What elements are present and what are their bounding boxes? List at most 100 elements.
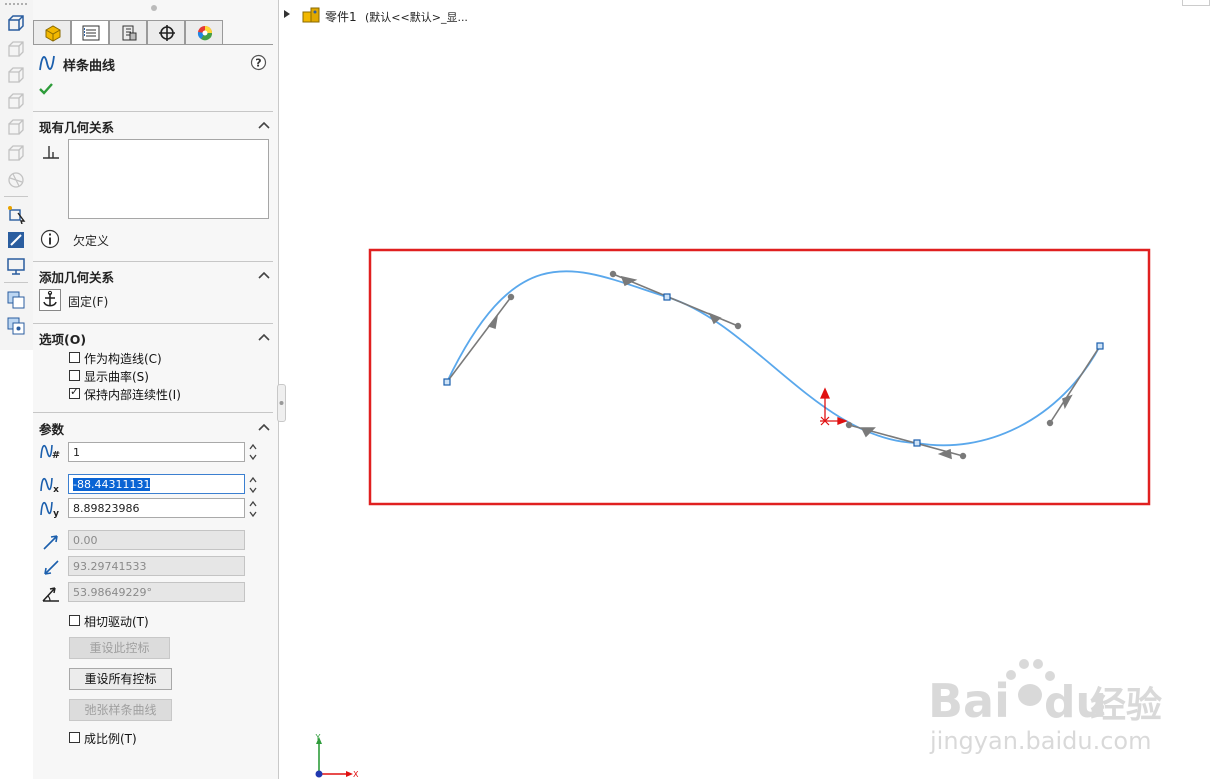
view-front-icon[interactable] [6,40,26,60]
existing-relations-list[interactable] [68,139,269,219]
section-divider [33,261,273,262]
collapse-chevron-icon[interactable] [257,332,271,342]
definition-status: 欠定义 [73,234,110,248]
spline-y-icon: y [40,501,59,518]
sketch-select-icon[interactable] [6,204,26,224]
section-divider [33,412,273,413]
property-manager: 样条曲线 ? 现有几何关系 欠定义 添加几何关系 固定(F) 选项(O) 参数 … [33,0,279,779]
axis-y-label: Y [315,733,321,742]
crosshair-icon [159,25,175,41]
option-label[interactable]: 显示曲率(S) [84,368,149,385]
relax-spline-button[interactable]: 弛张样条曲线 [69,699,172,721]
tangent-driving-label[interactable]: 相切驱动(T) [84,613,149,630]
watermark-brand: Bai [928,674,1010,728]
view-top-icon[interactable] [6,144,26,164]
option-label[interactable]: 保持内部连续性(I) [84,386,181,403]
handle-end[interactable] [734,322,742,330]
spline-point[interactable] [913,439,921,447]
handle-arrow-icon [1062,394,1073,410]
tangent-handles[interactable] [446,270,1101,460]
baidu-watermark: Bai du 经验 jingyan.baidu.com [928,659,1162,755]
view-left-icon[interactable] [6,92,26,112]
existing-relations-title: 现有几何关系 [39,120,115,135]
tab-configuration-manager[interactable] [109,20,147,45]
tab-dimxpert-manager[interactable] [147,20,185,45]
handle-end[interactable] [1046,419,1054,427]
handle-end[interactable] [959,452,967,460]
spinner-icon[interactable] [248,498,258,520]
fixed-relation-label[interactable]: 固定(F) [68,293,108,310]
anchor-icon [43,290,57,307]
toolbar-divider [4,282,28,283]
handle-end[interactable] [507,293,515,301]
collapse-chevron-icon[interactable] [257,422,271,432]
option-checkbox[interactable] [69,370,80,381]
spline-curve[interactable] [446,270,1101,447]
point-index-field[interactable]: 1 [68,442,245,462]
tangent-handle[interactable] [446,296,512,383]
options-title: 选项(O) [39,332,87,347]
copy-entities-icon[interactable] [6,290,26,310]
help-icon[interactable]: ? [250,54,267,71]
handle-arrow-icon [487,313,499,330]
tab-baseline [33,44,273,45]
fixed-relation-button[interactable] [39,289,61,311]
collapse-chevron-icon[interactable] [257,270,271,280]
section-divider [33,111,273,112]
proportional-label[interactable]: 成比例(T) [84,730,137,747]
point-x-field[interactable]: -88.44311131 [68,474,245,494]
view-cube-icon[interactable] [6,14,26,34]
spline-point[interactable] [1096,342,1104,350]
tangent-handle[interactable] [1049,345,1101,424]
view-iso-icon[interactable] [6,170,26,190]
proportional-checkbox[interactable] [69,732,80,743]
toolbar-divider [4,196,28,197]
collapse-chevron-icon[interactable] [257,120,271,130]
spinner-icon[interactable] [248,474,258,496]
section-divider [33,323,273,324]
spline-point[interactable] [663,293,671,301]
smart-dimension-icon[interactable] [6,230,26,250]
display-icon[interactable] [6,256,26,276]
configuration-icon [122,25,137,41]
watermark-cn: 经验 [1090,685,1162,726]
svg-text:?: ? [255,57,261,70]
add-relations-title: 添加几何关系 [39,270,115,285]
point-y-field[interactable]: 8.89823986 [68,498,245,518]
highlight-box [368,248,1151,506]
tangent-angle-field: 53.98649229° [68,582,245,602]
view-right-icon[interactable] [6,118,26,138]
tangent-weight-1-field: 0.00 [68,530,245,550]
svg-text:#: # [52,450,60,461]
option-label[interactable]: 作为构造线(C) [84,350,162,367]
move-entities-icon[interactable] [6,316,26,336]
left-toolbar [0,0,34,350]
handle-arrow-icon [708,312,722,325]
option-checkbox[interactable] [69,352,80,363]
handle-arrow-icon [937,448,952,460]
handle-end[interactable] [609,270,617,278]
option-checkbox[interactable] [69,385,80,399]
reset-this-handle-button[interactable]: 重设此控标 [69,637,170,659]
handle-end[interactable] [845,421,853,429]
panel-grip-icon[interactable] [150,4,158,12]
spline-point[interactable] [443,378,451,386]
graphics-area[interactable]: Y X Bai du 经验 jingyan.baidu.com [280,0,1212,779]
tab-property-manager[interactable] [71,20,109,45]
ok-checkmark-icon[interactable] [39,82,53,96]
svg-text:x: x [53,485,59,494]
reset-all-handles-button[interactable]: 重设所有控标 [69,668,172,690]
spline-point-number-icon: # [40,444,60,461]
spinner-icon[interactable] [248,441,258,463]
tab-feature-manager[interactable] [33,20,71,45]
parameters-title: 参数 [39,422,65,437]
pm-title: 样条曲线 [63,59,116,74]
tangent-angle-icon [42,587,59,602]
tab-display-manager[interactable] [185,20,223,45]
window-control-fragment [1182,0,1210,6]
axis-triad-icon: Y X [315,733,359,779]
property-list-icon [82,25,100,41]
view-back-icon[interactable] [6,66,26,86]
tangent-driving-checkbox[interactable] [69,615,80,626]
display-manager-icon [197,26,213,41]
